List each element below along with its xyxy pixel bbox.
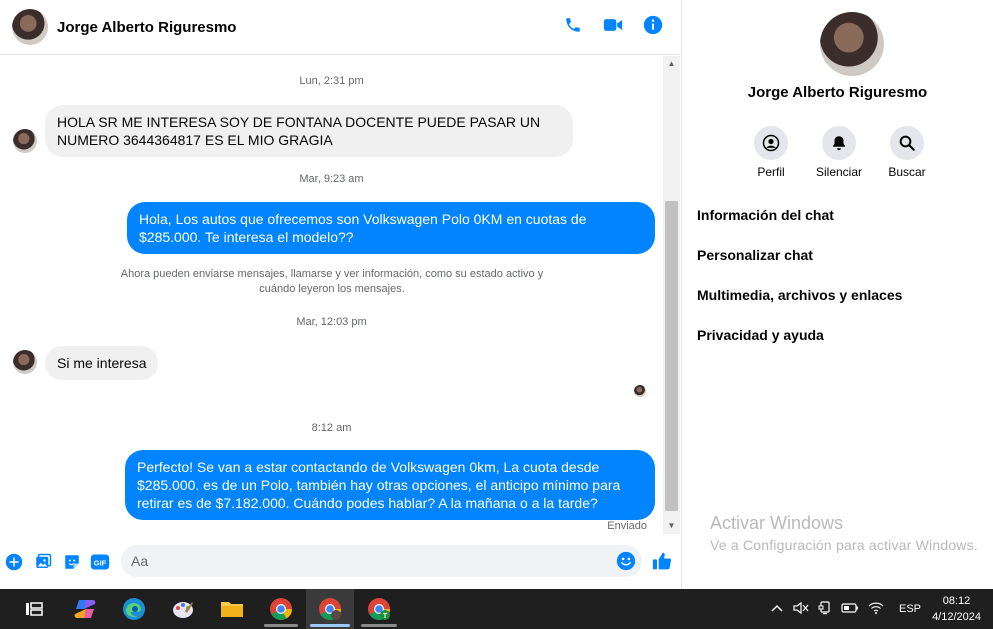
svg-text:T: T (383, 613, 388, 620)
sender-avatar[interactable] (13, 350, 37, 374)
chevron-up-icon[interactable] (770, 603, 784, 616)
messenger-window: Jorge Alberto Riguresmo Lun, 2:31 pm HOL… (0, 0, 993, 589)
gif-icon[interactable]: GIF (89, 551, 111, 573)
search-icon (890, 126, 924, 160)
scroll-up-arrow-icon[interactable]: ▲ (663, 56, 680, 72)
seen-indicator-avatar (634, 385, 646, 397)
timestamp: Mar, 9:23 am (299, 173, 364, 185)
privacy-notice: Ahora pueden enviarse mensajes, llamarse… (120, 268, 544, 295)
chat-info-panel: Jorge Alberto Riguresmo Perfil Silenciar… (682, 0, 993, 589)
windows-activation-watermark: Activar Windows Ve a Configuración para … (710, 513, 978, 553)
timestamp: Lun, 2:31 pm (299, 75, 364, 87)
profile-avatar[interactable] (820, 12, 884, 76)
timestamp: 8:12 am (311, 422, 352, 434)
outgoing-message[interactable]: Hola, Los autos que ofrecemos son Volksw… (127, 202, 655, 254)
message-input[interactable] (131, 551, 611, 571)
watermark-subtitle: Ve a Configuración para activar Windows. (710, 537, 978, 553)
header-actions (563, 15, 663, 35)
copilot-icon[interactable] (71, 595, 99, 623)
message-list[interactable]: Lun, 2:31 pm HOLA SR ME INTERESA SOY DE … (0, 56, 663, 536)
message-input-wrapper (121, 545, 642, 577)
contact-name[interactable]: Jorge Alberto Riguresmo (57, 19, 236, 36)
display-icon[interactable] (818, 600, 832, 618)
chrome-icon[interactable] (267, 595, 295, 623)
wifi-icon[interactable] (868, 601, 884, 618)
contact-avatar[interactable] (12, 9, 48, 45)
scrollbar-thumb[interactable] (665, 201, 678, 511)
phone-icon[interactable] (563, 15, 583, 35)
mute-label: Silenciar (815, 165, 863, 179)
message-scrollbar[interactable]: ▲ ▼ (663, 56, 680, 534)
menu-privacy-help[interactable]: Privacidad y ayuda (697, 326, 902, 366)
timestamp: Mar, 12:03 pm (296, 316, 367, 328)
info-menu: Información del chat Personalizar chat M… (697, 206, 902, 366)
watermark-title: Activar Windows (710, 513, 844, 533)
profile-actions: Perfil Silenciar Buscar (748, 126, 930, 179)
bell-icon (822, 126, 856, 160)
like-icon[interactable] (651, 550, 673, 572)
profile-icon (754, 126, 788, 160)
incoming-message[interactable]: Si me interesa (45, 346, 159, 380)
sender-avatar[interactable] (13, 129, 37, 153)
clock-date: 4/12/2024 (932, 611, 981, 623)
emoji-icon[interactable] (616, 551, 636, 576)
profile-name: Jorge Alberto Riguresmo (747, 84, 928, 101)
sent-status: Enviado (607, 520, 647, 532)
chrome-t-running-indicator (361, 624, 397, 627)
search-label: Buscar (888, 165, 926, 179)
add-icon[interactable] (3, 551, 25, 573)
volume-muted-icon[interactable] (793, 601, 809, 618)
photo-icon[interactable] (32, 551, 54, 573)
menu-media-files-links[interactable]: Multimedia, archivos y enlaces (697, 286, 902, 326)
chat-pane: Jorge Alberto Riguresmo Lun, 2:31 pm HOL… (0, 0, 681, 589)
svg-text:GIF: GIF (94, 558, 107, 567)
profile-label: Perfil (757, 165, 785, 179)
clock-time: 08:12 (942, 595, 971, 607)
profile-button[interactable]: Perfil (748, 126, 794, 179)
chrome-profile-icon[interactable] (316, 595, 344, 623)
composer-bar: GIF (0, 536, 681, 589)
file-explorer-icon[interactable] (218, 595, 246, 623)
search-button[interactable]: Buscar (884, 126, 930, 179)
system-tray: ESP (770, 589, 921, 629)
battery-icon[interactable] (841, 602, 859, 617)
outgoing-message[interactable]: Perfecto! Se van a estar contactando de … (125, 450, 655, 520)
sticker-icon[interactable] (61, 551, 83, 573)
incoming-message[interactable]: HOLA SR ME INTERESA SOY DE FONTANA DOCEN… (45, 105, 573, 157)
mute-button[interactable]: Silenciar (816, 126, 862, 179)
info-icon[interactable] (643, 15, 663, 35)
edge-icon[interactable] (120, 595, 148, 623)
chrome-t-icon[interactable]: T (365, 595, 393, 623)
scroll-down-arrow-icon[interactable]: ▼ (663, 518, 680, 534)
chat-header: Jorge Alberto Riguresmo (0, 0, 681, 55)
task-view-icon[interactable] (20, 595, 48, 623)
menu-chat-info[interactable]: Información del chat (697, 206, 902, 246)
language-indicator[interactable]: ESP (899, 603, 921, 615)
chrome-running-indicator (264, 624, 298, 627)
windows-taskbar: T ESP 08:12 4/12/2024 (0, 589, 993, 629)
active-app-indicator (310, 624, 350, 627)
paint-icon[interactable] (169, 595, 197, 623)
video-icon[interactable] (603, 15, 623, 35)
system-clock[interactable]: 08:12 4/12/2024 (932, 593, 981, 625)
menu-customize-chat[interactable]: Personalizar chat (697, 246, 902, 286)
